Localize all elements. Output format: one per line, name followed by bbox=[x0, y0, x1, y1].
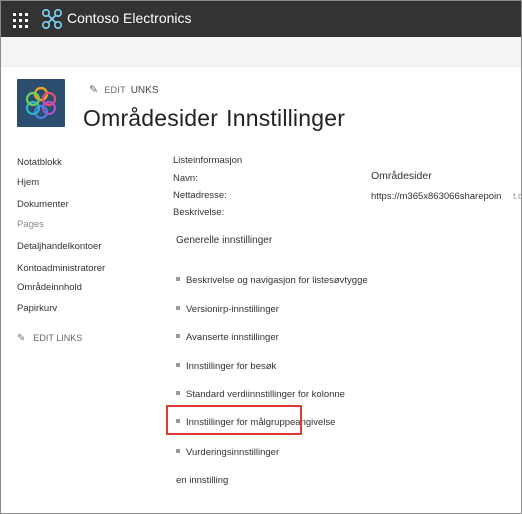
browser-frame: Contoso Electronics ✎ EDIT UNKS Områdesid… bbox=[0, 0, 522, 514]
url-tail: t.co bbox=[513, 191, 521, 201]
page-title-part2: Innstillinger bbox=[226, 105, 346, 131]
edit-links-suffix: UNKS bbox=[130, 85, 159, 96]
settings-link-column-defaults[interactable]: Standard verdiinnstillinger for kolonne bbox=[176, 389, 345, 400]
settings-link-label: Beskrivelse og navigasjon for listesøvty… bbox=[186, 275, 368, 286]
highlight-box bbox=[166, 405, 302, 435]
nav-item-dokumenter[interactable]: Dokumenter bbox=[17, 199, 69, 210]
bullet-icon bbox=[176, 391, 180, 395]
edit-links-nav-button[interactable]: ✎ EDIT LINKS bbox=[17, 333, 82, 344]
edit-links-label: EDIT LINKS bbox=[33, 333, 83, 343]
nav-item-hjem[interactable]: Hjem bbox=[17, 177, 39, 188]
page-title: Områdesider Innstillinger bbox=[83, 105, 345, 132]
settings-link-label: Vurderingsinnstillinger bbox=[186, 447, 280, 458]
name-label: Navn: bbox=[173, 173, 198, 184]
suite-bar: Contoso Electronics bbox=[1, 1, 521, 37]
contoso-logo-icon bbox=[41, 8, 63, 30]
url-value[interactable]: https://m365x863066sharepoin bbox=[371, 191, 501, 202]
settings-link-advanced[interactable]: Avanserte innstillinger bbox=[176, 332, 279, 343]
app-launcher-icon[interactable] bbox=[7, 7, 31, 31]
nav-item-kontoadministratorer[interactable]: Kontoadministratorer bbox=[17, 263, 105, 274]
bullet-icon bbox=[176, 334, 180, 338]
pencil-icon: ✎ bbox=[17, 333, 26, 344]
settings-link-label: Versionirp-innstillinger bbox=[186, 304, 279, 315]
page-title-part1: Områdesider bbox=[83, 105, 219, 131]
settings-link-extra[interactable]: en innstilling bbox=[176, 475, 228, 486]
nav-item-detaljhandelkontoer[interactable]: Detaljhandelkontoer bbox=[17, 241, 102, 252]
edit-links-top-button[interactable]: ✎ EDIT UNKS bbox=[89, 83, 159, 96]
bullet-icon bbox=[176, 277, 180, 281]
list-info-heading: Listeinformasjon bbox=[173, 155, 243, 166]
settings-link-versioning[interactable]: Versionirp-innstillinger bbox=[176, 304, 279, 315]
site-logo-icon bbox=[25, 86, 57, 120]
settings-link-label: Avanserte innstillinger bbox=[186, 332, 279, 343]
bullet-icon bbox=[176, 449, 180, 453]
name-value: Områdesider bbox=[371, 170, 432, 182]
settings-link-label: Standard verdiinnstillinger for kolonne bbox=[186, 389, 345, 400]
settings-link-label: Innstillinger for besøk bbox=[186, 361, 277, 372]
description-label: Beskrivelse: bbox=[173, 207, 225, 218]
pencil-icon: ✎ bbox=[89, 84, 99, 96]
url-label: Nettadresse: bbox=[173, 190, 227, 201]
command-bar bbox=[1, 37, 521, 67]
settings-link-description-navigation[interactable]: Beskrivelse og navigasjon for listesøvty… bbox=[176, 275, 368, 286]
bullet-icon bbox=[176, 306, 180, 310]
settings-link-rating[interactable]: Vurderingsinnstillinger bbox=[176, 447, 279, 458]
nav-item-pages[interactable]: Pages bbox=[17, 219, 44, 230]
nav-item-papirkurv[interactable]: Papirkurv bbox=[17, 303, 57, 314]
site-logo[interactable] bbox=[17, 79, 65, 127]
edit-links-prefix: EDIT bbox=[104, 85, 126, 95]
nav-item-omradeinnhold[interactable]: Områdeinnhold bbox=[17, 282, 82, 293]
settings-link-visits[interactable]: Innstillinger for besøk bbox=[176, 361, 276, 372]
brand-name[interactable]: Contoso Electronics bbox=[67, 10, 192, 26]
general-settings-heading: Generelle innstillinger bbox=[176, 235, 273, 246]
bullet-icon bbox=[176, 363, 180, 367]
nav-item-notatblokk[interactable]: Notatblokk bbox=[17, 157, 62, 168]
